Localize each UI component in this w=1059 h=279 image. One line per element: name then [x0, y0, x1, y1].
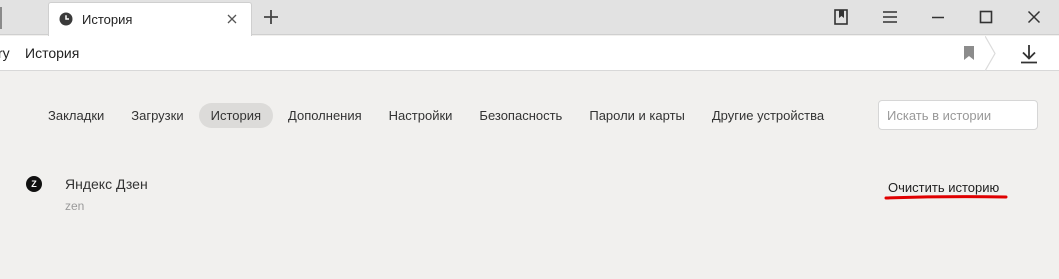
entry-url: zen [65, 199, 85, 213]
clock-icon [59, 12, 73, 26]
address-page-title: История [25, 45, 80, 61]
nav-history[interactable]: История [198, 102, 274, 128]
minimize-icon[interactable] [926, 6, 950, 28]
nav-passwords[interactable]: Пароли и карты [577, 103, 697, 128]
window-close-glyph-icon [1027, 10, 1041, 24]
nav-security[interactable]: Безопасность [467, 103, 574, 128]
nav-settings[interactable]: Настройки [377, 103, 465, 128]
annotation-underline [884, 195, 1008, 200]
tab-strip: История [0, 0, 1059, 36]
favicon-letter: Z [31, 179, 37, 189]
close-icon[interactable] [225, 12, 239, 26]
zen-favicon-icon: Z [26, 176, 42, 192]
history-search-input[interactable] [878, 100, 1038, 130]
previous-tab-edge[interactable] [0, 7, 2, 29]
address-bar: ry История [0, 36, 1059, 71]
tab-title: История [82, 12, 133, 27]
nav-downloads[interactable]: Загрузки [119, 103, 195, 128]
address-host: ry [0, 45, 10, 61]
maximize-glyph-icon [979, 10, 993, 24]
history-entry[interactable]: Z Яндекс Дзен zen [26, 172, 626, 220]
settings-nav: Закладки Загрузки История Дополнения Нас… [36, 102, 839, 128]
hamburger-menu-icon[interactable] [878, 6, 902, 28]
nav-other-devices[interactable]: Другие устройства [700, 103, 836, 128]
plus-icon[interactable] [262, 8, 280, 26]
bookmark-icon[interactable] [963, 46, 975, 60]
menu-lines-icon [883, 11, 897, 23]
download-icon[interactable] [1018, 43, 1040, 65]
nav-extensions[interactable]: Дополнения [276, 103, 374, 128]
nav-bookmarks[interactable]: Закладки [36, 103, 116, 128]
minimize-glyph-icon [932, 16, 944, 19]
omnibox[interactable]: ry История [0, 36, 990, 70]
entry-title[interactable]: Яндекс Дзен [65, 176, 148, 192]
collections-glyph-icon [834, 9, 848, 25]
maximize-icon[interactable] [974, 6, 998, 28]
tab-history[interactable]: История [48, 2, 252, 36]
collections-icon[interactable] [829, 6, 853, 28]
window-close-icon[interactable] [1022, 6, 1046, 28]
address-arrow-icon [985, 36, 996, 71]
